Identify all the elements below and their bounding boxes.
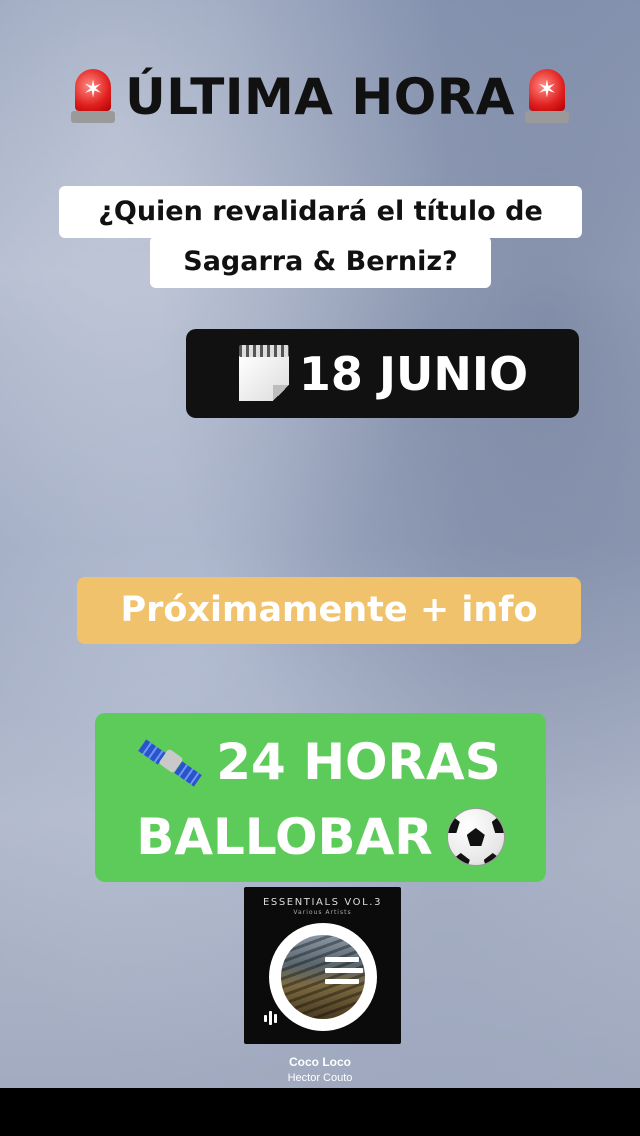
headline-text: ÚLTIMA HORA [125,68,515,126]
event-line-1: 24 HORAS [95,727,546,797]
song-title: Coco Loco [289,1055,351,1069]
album-logo-icon [325,957,365,997]
sound-wave-icon [264,1010,280,1026]
satellite-icon [138,739,203,787]
event-line-2: BALLOBAR [95,801,546,873]
music-sticker[interactable]: ESSENTIALS VOL.3 Various Artists [244,887,401,1044]
event-line-1-text: 24 HORAS [216,733,501,791]
soccer-ball-icon [446,808,505,866]
album-subtitle: Various Artists [293,909,352,916]
headline: ✶ ÚLTIMA HORA ✶ [0,62,640,132]
more-info-caption: Próximamente + info [77,577,581,644]
event-caption: 24 HORAS BALLOBAR [95,713,546,882]
police-light-icon: ✶ [71,69,116,125]
bottom-bar [0,1088,640,1136]
date-caption: 18 JUNIO [186,329,579,418]
question-line-1: ¿Quien revalidará el título de [59,186,582,238]
date-text: 18 JUNIO [298,346,529,401]
story-canvas[interactable]: ✶ ÚLTIMA HORA ✶ ¿Quien revalidará el tít… [0,0,640,1088]
album-title: ESSENTIALS VOL.3 [262,897,383,908]
calendar-icon [237,344,291,403]
album-art [269,923,377,1031]
song-artist: Hector Couto [287,1072,353,1084]
event-line-2-text: BALLOBAR [136,808,433,866]
question-line-2: Sagarra & Berniz? [150,236,491,288]
police-light-icon: ✶ [524,69,569,125]
